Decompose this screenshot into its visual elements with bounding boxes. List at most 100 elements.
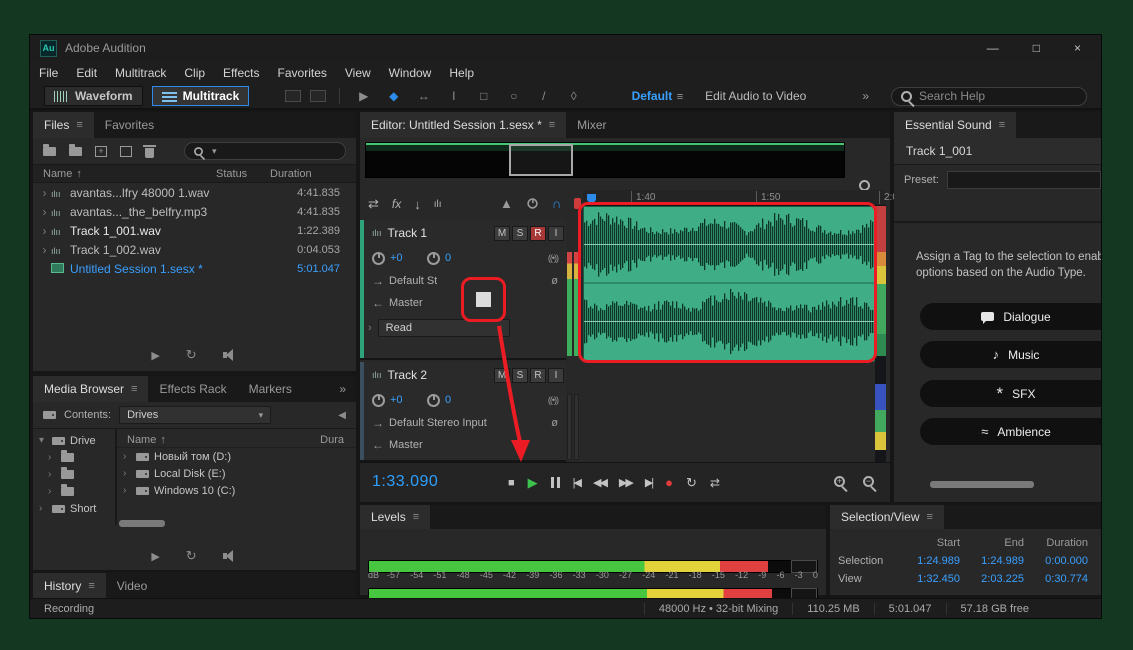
file-row[interactable]: ›ılıı avantas...lfry 48000 1.wav 4:41.83… (33, 183, 356, 202)
record-button[interactable]: ● (665, 475, 673, 490)
panel-menu-icon[interactable]: ≡ (413, 511, 419, 523)
file-row[interactable]: ›ılıı Track 1_002.wav 0:04.053 (33, 240, 356, 259)
tree-item[interactable]: › (33, 466, 115, 483)
panel-menu-icon[interactable]: ≡ (131, 383, 137, 395)
drive-row[interactable]: ›Local Disk (E:) (117, 465, 356, 482)
view-duration[interactable]: 0:30.774 (1024, 573, 1088, 585)
skip-to-start-button[interactable]: |◀ (573, 476, 580, 489)
tab-essential-sound[interactable]: Essential Sound≡ (894, 112, 1016, 138)
phase-icon[interactable]: ø (551, 275, 558, 287)
play-icon[interactable]: ▶ (151, 349, 159, 362)
panel-menu-icon[interactable]: ≡ (927, 511, 933, 523)
marquee-tool-icon[interactable]: □ (473, 89, 494, 103)
menu-item-help[interactable]: Help (440, 61, 483, 84)
workspace-overflow-icon[interactable]: » (862, 89, 869, 103)
expand-icon[interactable]: › (48, 469, 56, 480)
view-end[interactable]: 2:03.225 (960, 573, 1024, 585)
solo-button[interactable]: S (512, 226, 528, 241)
overview-selection-box[interactable] (509, 144, 573, 176)
tree-item[interactable]: › (33, 483, 115, 500)
pan-knob[interactable] (427, 394, 440, 407)
menu-item-window[interactable]: Window (380, 61, 441, 84)
track-name[interactable]: Track 2 (388, 368, 488, 382)
multitrack-view-button[interactable]: Multitrack (152, 86, 250, 106)
column-duration[interactable]: Duration (270, 168, 356, 180)
collapse-icon[interactable]: ▾ (39, 435, 47, 446)
headphones-icon[interactable]: ∩ (552, 196, 561, 211)
expand-icon[interactable]: › (38, 186, 51, 200)
waveform-view-button[interactable]: Waveform (44, 86, 143, 106)
drive-icon[interactable] (43, 411, 56, 419)
razor-tool-icon[interactable]: ◆ (383, 89, 404, 103)
panel-menu-icon[interactable]: ≡ (76, 119, 82, 131)
track-input[interactable]: Default St (389, 275, 437, 287)
stop-button[interactable]: ■ (508, 477, 515, 489)
volume-value[interactable]: +0 (390, 394, 412, 406)
lasso-tool-icon[interactable]: ○ (503, 89, 524, 103)
horizontal-scrollbar[interactable] (930, 481, 1034, 488)
selection-duration[interactable]: 0:00.000 (1024, 555, 1088, 567)
pan-value[interactable]: 0 (445, 394, 467, 406)
panel-menu-icon[interactable]: ≡ (549, 119, 555, 131)
expand-icon[interactable]: › (39, 503, 47, 514)
swap-channels-icon[interactable]: ⇄ (368, 196, 379, 212)
files-search-box[interactable]: ▾ (184, 142, 346, 160)
time-display[interactable]: 1:33.090 (372, 473, 438, 491)
monitor-input-button[interactable]: I (548, 368, 564, 383)
tab-favorites[interactable]: Favorites (94, 112, 165, 138)
pause-button[interactable] (551, 477, 560, 488)
expand-icon[interactable]: › (38, 243, 51, 257)
close-icon[interactable]: × (1074, 41, 1081, 55)
tree-item-drives[interactable]: ▾Drive (33, 432, 115, 449)
open-file-icon[interactable] (43, 147, 56, 156)
column-duration[interactable]: Dura (320, 434, 344, 446)
drive-row[interactable]: ›Новый том (D:) (117, 448, 356, 465)
mute-button[interactable]: M (494, 226, 510, 241)
selected-clip-item[interactable]: Track 1_001 (894, 138, 1101, 165)
column-status[interactable]: Status (216, 168, 270, 180)
workspace-menu-icon[interactable]: ≡ (677, 91, 683, 103)
monitor-input-button[interactable]: I (548, 226, 564, 241)
selection-end[interactable]: 1:24.989 (960, 555, 1024, 567)
play-button[interactable]: ▶ (528, 475, 538, 491)
expand-icon[interactable]: › (38, 205, 51, 219)
skip-to-end-button[interactable]: ▶| (645, 476, 652, 489)
tab-video[interactable]: Video (106, 573, 158, 598)
menu-item-effects[interactable]: Effects (214, 61, 268, 84)
metering-icon[interactable]: ılı (434, 199, 442, 210)
maximize-icon[interactable]: □ (1033, 41, 1040, 55)
column-name[interactable]: Name (127, 434, 156, 446)
tab-overflow-icon[interactable]: » (339, 382, 356, 396)
tab-editor[interactable]: Editor: Untitled Session 1.sesx *≡ (360, 112, 566, 138)
track-output[interactable]: Master (389, 297, 423, 309)
slip-tool-icon[interactable]: ↔ (413, 89, 434, 103)
panel-menu-icon[interactable]: ≡ (999, 119, 1005, 131)
view-start[interactable]: 1:32.450 (896, 573, 960, 585)
record-arm-button[interactable]: R (530, 226, 546, 241)
pan-knob[interactable] (427, 252, 440, 265)
search-input[interactable] (919, 89, 1077, 103)
rewind-button[interactable]: ◀◀ (593, 476, 606, 489)
loop-icon[interactable]: ↻ (186, 347, 197, 363)
track-1-audio-clip[interactable] (583, 206, 875, 362)
loop-playback-button[interactable]: ↻ (686, 475, 697, 491)
tab-levels[interactable]: Levels≡ (360, 505, 430, 529)
minimize-icon[interactable]: — (987, 41, 999, 55)
track-name[interactable]: Track 1 (388, 226, 488, 240)
expand-icon[interactable]: › (123, 468, 131, 479)
session-overview-strip[interactable] (365, 142, 845, 178)
horizontal-scrollbar[interactable] (119, 520, 165, 527)
drive-row[interactable]: ›Windows 10 (C:) (117, 482, 356, 499)
eraser-tool-icon[interactable]: ◊ (563, 89, 584, 103)
volume-knob[interactable] (372, 394, 385, 407)
music-button[interactable]: ♪Music (920, 341, 1101, 368)
menu-item-edit[interactable]: Edit (67, 61, 106, 84)
brush-tool-icon[interactable]: / (533, 89, 554, 103)
fx-icon[interactable]: fx (392, 197, 401, 211)
tree-item-shortcuts[interactable]: ›Short (33, 500, 115, 517)
column-name[interactable]: Name (43, 168, 72, 180)
track-output[interactable]: Master (389, 439, 423, 451)
ambience-button[interactable]: ≈Ambience (920, 418, 1101, 445)
loop-icon[interactable]: ↻ (186, 548, 197, 564)
menu-item-file[interactable]: File (30, 61, 67, 84)
